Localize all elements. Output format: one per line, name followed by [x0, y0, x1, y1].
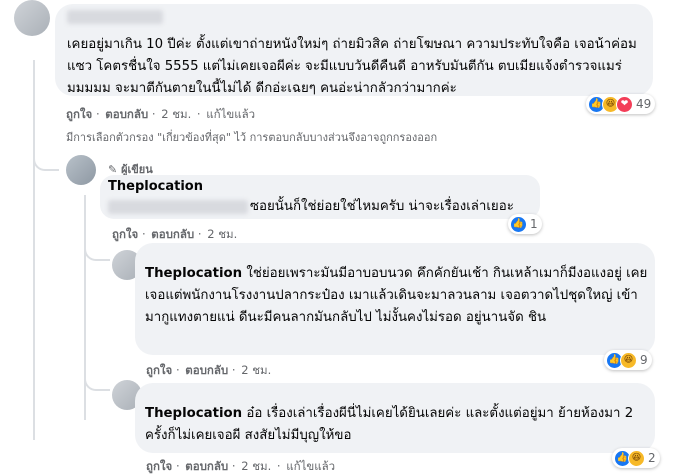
edited-label: แก้ไขแล้ว [286, 459, 336, 473]
timestamp[interactable]: 2 ชม. [207, 227, 237, 241]
timestamp[interactable]: 2 ชม. [161, 107, 191, 121]
thread-connector [33, 155, 59, 171]
like-button[interactable]: ถูกใจ [66, 107, 92, 121]
reply-actions: ถูกใจ · ตอบกลับ · 2 ชม. [146, 363, 272, 377]
comment-actions: ถูกใจ · ตอบกลับ · 2 ชม. · แก้ไขแล้ว [66, 107, 256, 121]
reply-button[interactable]: ตอบกลับ [185, 459, 228, 473]
reaction-summary[interactable]: 👍 😆 9 [604, 350, 652, 370]
commenter-name[interactable]: Theplocation [145, 406, 242, 421]
haha-reaction-icon: 😆 [620, 351, 637, 369]
filter-note: มีการเลือกตัวกรอง "เกี่ยวข้องที่สุด" ไว้… [66, 131, 438, 144]
reply-actions: ถูกใจ · ตอบกลับ · 2 ชม. [112, 227, 238, 241]
thread-connector [84, 245, 110, 261]
reaction-summary[interactable]: 👍 😆 ❤ 49 [586, 94, 656, 114]
reply-bubble: Theplocation ใช่ย่อยเพราะมันมีอาบอบนวด ค… [135, 243, 655, 355]
reaction-count: 9 [640, 353, 648, 367]
reaction-summary[interactable]: 👍 😆 2 [612, 448, 660, 468]
reply-button[interactable]: ตอบกลับ [105, 107, 148, 121]
like-reaction-icon: 👍 [510, 215, 527, 233]
like-button[interactable]: ถูกใจ [146, 363, 172, 377]
reply-bubble: Theplocation อ๋อ เรื่องเล่าเรื่องผีนี่ไม… [135, 383, 655, 453]
reply-button[interactable]: ตอบกลับ [151, 227, 194, 241]
reaction-summary[interactable]: 👍 1 [508, 214, 542, 234]
thread-connector [84, 375, 110, 391]
haha-reaction-icon: 😆 [628, 449, 645, 467]
reply-text: Theplocation ใช่ย่อยเพราะมันมีอาบอบนวด ค… [145, 266, 648, 325]
like-button[interactable]: ถูกใจ [112, 227, 138, 241]
avatar[interactable] [66, 155, 96, 185]
reaction-count: 49 [636, 97, 652, 111]
reply-bubble: Theplocation ซอยนั้นก็ใช่ย่อยใช่ไหมครับ … [100, 175, 540, 219]
thread-line [33, 60, 35, 440]
commenter-name[interactable]: Theplocation [145, 266, 242, 281]
reply-actions: ถูกใจ · ตอบกลับ · 2 ชม. · แก้ไขแล้ว [146, 459, 336, 473]
like-button[interactable]: ถูกใจ [146, 459, 172, 473]
reply-text: Theplocation อ๋อ เรื่องเล่าเรื่องผีนี่ไม… [145, 406, 634, 443]
avatar[interactable] [14, 0, 50, 36]
comment-text: เคยอยู่มาเกิน 10 ปีค่ะ ตั้งแต่เขาถ่ายหนั… [67, 37, 637, 96]
love-reaction-icon: ❤ [616, 95, 633, 113]
mention-redacted [108, 200, 248, 214]
edited-label: แก้ไขแล้ว [206, 107, 256, 121]
comment-bubble: เคยอยู่มาเกิน 10 ปีค่ะ ตั้งแต่เขาถ่ายหนั… [55, 4, 653, 96]
timestamp[interactable]: 2 ชม. [241, 459, 271, 473]
reply-text: ซอยนั้นก็ใช่ย่อยใช่ไหมครับ น่าจะเรื่องเล… [250, 199, 514, 214]
author-name-redacted [67, 10, 163, 24]
reaction-count: 2 [648, 451, 656, 465]
reaction-count: 1 [530, 217, 538, 231]
commenter-name[interactable]: Theplocation [108, 179, 203, 194]
reply-button[interactable]: ตอบกลับ [185, 363, 228, 377]
timestamp[interactable]: 2 ชม. [241, 363, 271, 377]
